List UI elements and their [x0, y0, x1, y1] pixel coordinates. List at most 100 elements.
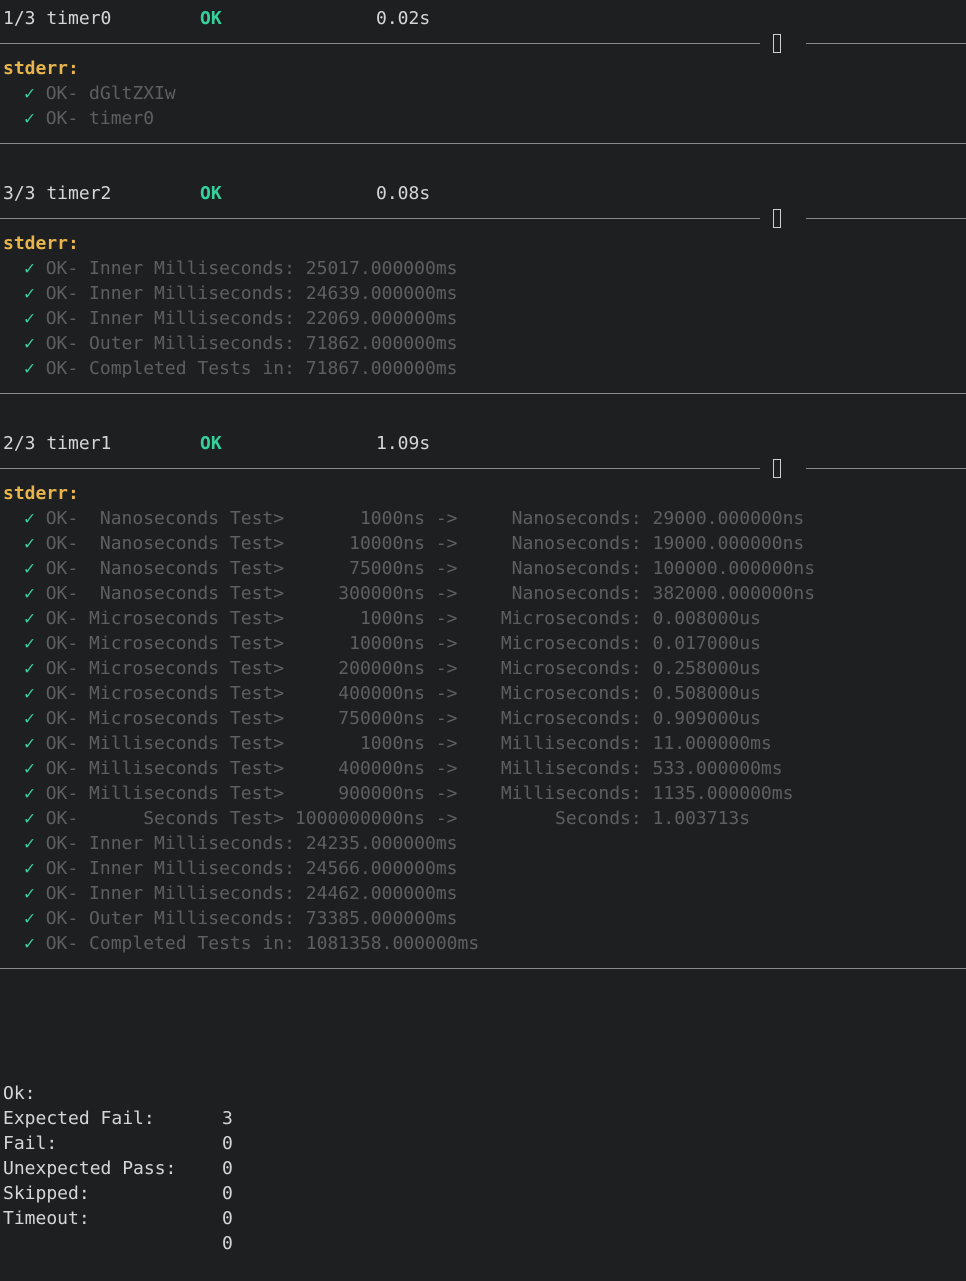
cursor-icon	[773, 34, 781, 53]
log-text: OK- Microseconds Test> 10000ns -> Micros…	[45, 633, 761, 654]
check-icon: ✓	[24, 858, 35, 879]
test-status: OK	[200, 183, 222, 204]
log-line: ✓ OK- Inner Milliseconds: 24639.000000ms	[0, 281, 966, 306]
test-block-timer0: 1/3 timer0 OK 0.02s stderr: ✓ OK- dGltZX…	[0, 6, 966, 181]
log-line: ✓ OK- Microseconds Test> 10000ns -> Micr…	[0, 631, 966, 656]
log-line: ✓ OK- Inner Milliseconds: 22069.000000ms	[0, 306, 966, 331]
check-icon: ✓	[24, 283, 35, 304]
test-status: OK	[200, 8, 222, 29]
test-duration: 0.08s	[376, 183, 431, 204]
check-icon: ✓	[24, 508, 35, 529]
separator-line	[0, 468, 760, 469]
separator-line	[0, 43, 760, 44]
log-line: ✓ OK- Microseconds Test> 1000ns -> Micro…	[0, 606, 966, 631]
log-text: OK- Microseconds Test> 1000ns -> Microse…	[45, 608, 761, 629]
test-block-timer1: 2/3 timer1 OK 1.09s stderr: ✓ OK- Nanose…	[0, 431, 966, 981]
log-text: OK- timer0	[45, 108, 155, 129]
log-line: ✓ OK- Nanoseconds Test> 1000ns -> Nanose…	[0, 506, 966, 531]
summary-row-timeout: Timeout: 0	[0, 1181, 400, 1254]
summary-row-unexpected-pass: Unexpected Pass: 0	[0, 1131, 400, 1204]
separator	[0, 381, 966, 406]
separator-line	[806, 43, 966, 44]
separator	[0, 956, 966, 981]
separator-line	[0, 968, 966, 969]
log-line: ✓ OK- Outer Milliseconds: 71862.000000ms	[0, 331, 966, 356]
check-icon: ✓	[24, 908, 35, 929]
summary-value: 0	[222, 1233, 233, 1254]
check-icon: ✓	[24, 558, 35, 579]
log-text: OK- Nanoseconds Test> 300000ns -> Nanose…	[45, 583, 816, 604]
log-text: OK- Microseconds Test> 400000ns -> Micro…	[45, 683, 761, 704]
summary-label: Timeout:	[3, 1208, 90, 1229]
log-line: ✓ OK- Inner Milliseconds: 24566.000000ms	[0, 856, 966, 881]
log-line: ✓ OK- Inner Milliseconds: 24462.000000ms	[0, 881, 966, 906]
test-status: OK	[200, 433, 222, 454]
cursor-icon	[773, 459, 781, 478]
log-line: ✓ OK- Outer Milliseconds: 73385.000000ms	[0, 906, 966, 931]
test-header: 1/3 timer0 OK 0.02s	[0, 6, 966, 31]
log-text: OK- Nanoseconds Test> 75000ns -> Nanosec…	[45, 558, 816, 579]
test-header: 2/3 timer1 OK 1.09s	[0, 431, 966, 456]
separator-line	[0, 143, 966, 144]
summary-row-fail: Fail: 0	[0, 1106, 400, 1179]
check-icon: ✓	[24, 358, 35, 379]
log-line: ✓ OK- Nanoseconds Test> 75000ns -> Nanos…	[0, 556, 966, 581]
log-line: ✓ OK- Milliseconds Test> 1000ns -> Milli…	[0, 731, 966, 756]
log-text: OK- Milliseconds Test> 1000ns -> Millise…	[45, 733, 772, 754]
check-icon: ✓	[24, 583, 35, 604]
check-icon: ✓	[24, 533, 35, 554]
log-text: OK- Inner Milliseconds: 22069.000000ms	[45, 308, 458, 329]
log-text: OK- dGltZXIw	[45, 83, 176, 104]
check-icon: ✓	[24, 308, 35, 329]
summary-value: 0	[222, 1208, 233, 1229]
test-duration: 1.09s	[376, 433, 431, 454]
stderr-label: stderr:	[3, 58, 79, 79]
check-icon: ✓	[24, 608, 35, 629]
log-text: OK- Seconds Test> 1000000000ns -> Second…	[45, 808, 751, 829]
separator	[0, 456, 966, 481]
log-text: OK- Completed Tests in: 71867.000000ms	[45, 358, 458, 379]
log-line: ✓ OK- Completed Tests in: 71867.000000ms	[0, 356, 966, 381]
separator	[0, 131, 966, 156]
check-icon: ✓	[24, 883, 35, 904]
log-text: OK- Nanoseconds Test> 1000ns -> Nanoseco…	[45, 508, 805, 529]
log-line: ✓ OK- Milliseconds Test> 900000ns -> Mil…	[0, 781, 966, 806]
summary-table: Ok: 3 Expected Fail: 0 Fail: 0 Unexpecte…	[0, 1056, 400, 1254]
check-icon: ✓	[24, 258, 35, 279]
check-icon: ✓	[24, 783, 35, 804]
log-line: ✓ OK- Microseconds Test> 750000ns -> Mic…	[0, 706, 966, 731]
log-text: OK- Inner Milliseconds: 24462.000000ms	[45, 883, 458, 904]
log-line: ✓ OK- Microseconds Test> 400000ns -> Mic…	[0, 681, 966, 706]
log-line: ✓ OK- Inner Milliseconds: 24235.000000ms	[0, 831, 966, 856]
separator-line	[0, 393, 966, 394]
summary-row-ok: Ok: 3	[0, 1056, 400, 1129]
log-text: OK- Nanoseconds Test> 10000ns -> Nanosec…	[45, 533, 805, 554]
log-text: OK- Outer Milliseconds: 73385.000000ms	[45, 908, 458, 929]
test-name: 3/3 timer2	[3, 183, 112, 204]
check-icon: ✓	[24, 733, 35, 754]
check-icon: ✓	[24, 108, 35, 129]
check-icon: ✓	[24, 708, 35, 729]
check-icon: ✓	[24, 808, 35, 829]
terminal-output: 1/3 timer0 OK 0.02s stderr: ✓ OK- dGltZX…	[0, 6, 966, 981]
separator	[0, 206, 966, 231]
log-line: ✓ OK- Inner Milliseconds: 25017.000000ms	[0, 256, 966, 281]
log-line: ✓ OK- Microseconds Test> 200000ns -> Mic…	[0, 656, 966, 681]
log-text: OK- Completed Tests in: 1081358.000000ms	[45, 933, 480, 954]
check-icon: ✓	[24, 833, 35, 854]
cursor-icon	[773, 209, 781, 228]
log-line: ✓ OK- Nanoseconds Test> 300000ns -> Nano…	[0, 581, 966, 606]
log-text: OK- Milliseconds Test> 900000ns -> Milli…	[45, 783, 794, 804]
log-text: OK- Microseconds Test> 200000ns -> Micro…	[45, 658, 761, 679]
check-icon: ✓	[24, 933, 35, 954]
test-duration: 0.02s	[376, 8, 431, 29]
check-icon: ✓	[24, 83, 35, 104]
test-name: 1/3 timer0	[3, 8, 112, 29]
separator-line	[806, 218, 966, 219]
check-icon: ✓	[24, 758, 35, 779]
check-icon: ✓	[24, 633, 35, 654]
test-header: 3/3 timer2 OK 0.08s	[0, 181, 966, 206]
log-text: OK- Inner Milliseconds: 24639.000000ms	[45, 283, 458, 304]
separator-line	[806, 468, 966, 469]
check-icon: ✓	[24, 683, 35, 704]
